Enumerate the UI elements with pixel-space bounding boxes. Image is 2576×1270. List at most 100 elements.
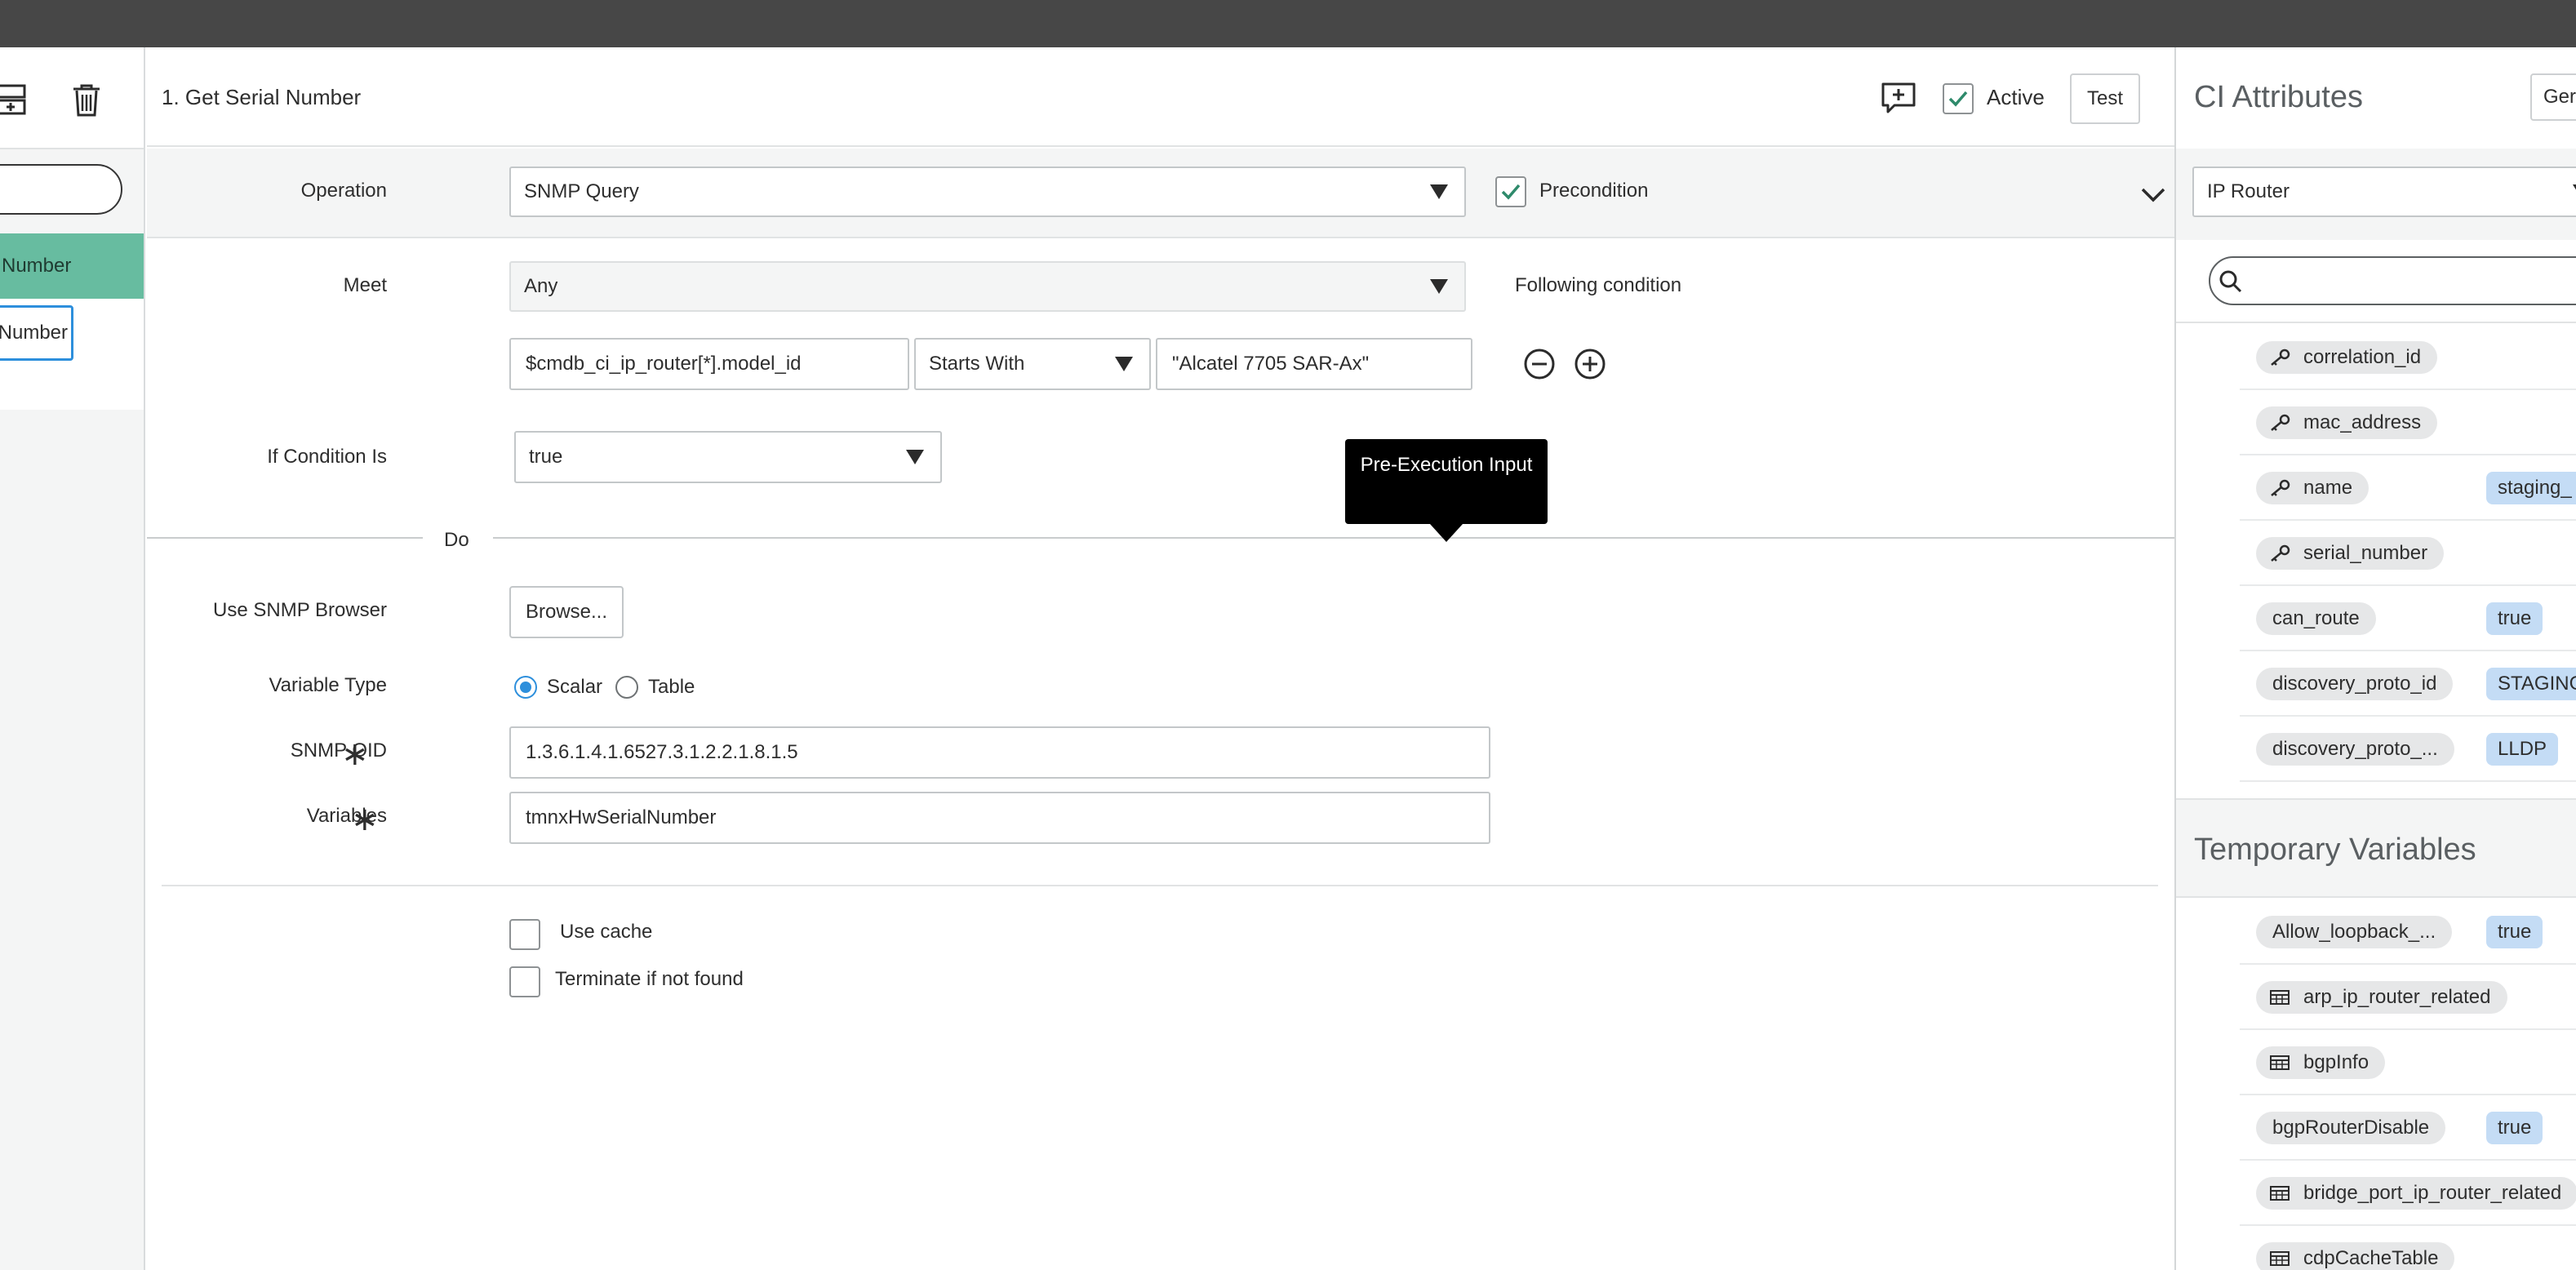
variable-type-label: Variable Type <box>269 674 387 696</box>
variable-name: discovery_proto_id <box>2272 673 2437 695</box>
ci-attribute-item[interactable]: can_route true <box>2240 586 2576 651</box>
variable-name: serial_number <box>2303 542 2428 564</box>
generate-button[interactable]: Ger <box>2530 73 2576 121</box>
if-condition-select[interactable]: true <box>514 431 942 483</box>
variable-name: can_route <box>2272 607 2360 629</box>
steps-panel: Number Number <box>0 47 145 1270</box>
variable-chip[interactable]: bridge_port_ip_router_related <box>2256 1177 2576 1210</box>
ci-attribute-item[interactable]: serial_number <box>2240 521 2576 586</box>
variables-label: Variables <box>306 805 387 827</box>
ci-attribute-item[interactable]: name staging_ <box>2240 455 2576 521</box>
ci-attribute-item[interactable]: discovery_proto_id STAGING <box>2240 651 2576 717</box>
table-icon <box>2270 1251 2290 1266</box>
class-select-row: IP Router <box>2176 149 2576 240</box>
operation-value: SNMP Query <box>524 180 639 202</box>
variables-input[interactable]: tmnxHwSerialNumber <box>509 792 1490 844</box>
temporary-variable-item[interactable]: bgpRouterDisable true <box>2240 1095 2576 1161</box>
value-badge: staging_ <box>2486 472 2576 504</box>
variable-name: name <box>2303 477 2353 499</box>
add-comment-icon[interactable] <box>1881 82 1916 114</box>
ci-attribute-item[interactable]: correlation_id <box>2240 325 2576 390</box>
step-header: 1. Get Serial Number Active Test <box>147 47 2174 147</box>
variable-chip[interactable]: Allow_loopback_... <box>2256 916 2453 948</box>
do-label: Do <box>444 529 469 551</box>
meet-select[interactable]: Any <box>509 261 1466 312</box>
condition-operator-value: Starts With <box>929 353 1025 375</box>
ci-attribute-item[interactable]: discovery_proto_... LLDP <box>2240 717 2576 782</box>
table-icon <box>2270 1055 2290 1070</box>
variable-chip[interactable]: discovery_proto_id <box>2256 668 2454 700</box>
use-cache-label: Use cache <box>560 921 653 943</box>
step-name-input[interactable]: Number <box>0 305 73 361</box>
ci-class-select[interactable]: IP Router <box>2192 167 2576 217</box>
key-icon <box>2271 349 2290 366</box>
if-condition-value: true <box>529 446 563 468</box>
attribute-search-row <box>2176 240 2576 323</box>
steps-search-input[interactable] <box>0 164 122 215</box>
step-item-selected[interactable]: Number <box>0 233 144 299</box>
divider <box>493 537 2174 539</box>
caret-down-icon <box>2573 184 2576 199</box>
ci-class-value: IP Router <box>2207 180 2290 202</box>
chevron-down-icon[interactable] <box>2140 186 2166 204</box>
operation-label: Operation <box>300 180 387 202</box>
condition-value-text: "Alcatel 7705 SAR-Ax" <box>1172 353 1370 375</box>
temporary-variable-item[interactable]: arp_ip_router_related <box>2240 965 2576 1030</box>
browse-button[interactable]: Browse... <box>509 586 624 638</box>
snmp-oid-input[interactable]: 1.3.6.1.4.1.6527.3.1.2.2.1.8.1.5 <box>509 726 1490 779</box>
step-title: 1. Get Serial Number <box>162 85 362 109</box>
snmp-oid-label: SNMP OID <box>290 739 387 762</box>
temporary-variable-item[interactable]: bridge_port_ip_router_related <box>2240 1161 2576 1226</box>
table-radio[interactable] <box>615 676 638 699</box>
temporary-variable-item[interactable]: cdpCacheTable <box>2240 1226 2576 1270</box>
minus-circle-icon[interactable] <box>1523 348 1556 380</box>
precondition-checkbox[interactable] <box>1495 176 1526 207</box>
condition-operator-select[interactable]: Starts With <box>914 338 1151 390</box>
variable-chip[interactable]: can_route <box>2256 602 2376 635</box>
divider <box>162 885 2158 886</box>
variable-chip[interactable]: bgpRouterDisable <box>2256 1112 2446 1144</box>
scalar-radio[interactable] <box>514 676 537 699</box>
condition-value-input[interactable]: "Alcatel 7705 SAR-Ax" <box>1156 338 1472 390</box>
search-icon <box>2219 270 2242 293</box>
ci-attributes-title: CI Attributes <box>2194 80 2363 114</box>
terminate-checkbox[interactable] <box>509 966 540 997</box>
add-step-icon[interactable] <box>0 83 26 116</box>
if-condition-label: If Condition Is <box>267 446 387 468</box>
variable-chip[interactable]: discovery_proto_... <box>2256 733 2454 766</box>
variable-name: arp_ip_router_related <box>2303 986 2491 1008</box>
caret-down-icon <box>906 450 924 464</box>
test-button[interactable]: Test <box>2070 73 2140 124</box>
variable-chip[interactable]: correlation_id <box>2256 341 2438 374</box>
variable-name: mac_address <box>2303 411 2422 433</box>
snmp-browser-label: Use SNMP Browser <box>213 599 387 621</box>
temporary-variable-item[interactable]: Allow_loopback_... true <box>2240 899 2576 965</box>
variable-chip[interactable]: cdpCacheTable <box>2256 1242 2455 1270</box>
variable-chip[interactable]: mac_address <box>2256 406 2438 439</box>
variable-name: bgpInfo <box>2303 1051 2369 1073</box>
variable-chip[interactable]: serial_number <box>2256 537 2445 570</box>
caret-down-icon <box>1430 279 1448 294</box>
variable-chip[interactable]: name <box>2256 472 2369 504</box>
value-badge: LLDP <box>2486 733 2559 766</box>
ci-attribute-item[interactable]: mac_address <box>2240 390 2576 455</box>
table-label: Table <box>648 676 695 698</box>
use-cache-checkbox[interactable] <box>509 919 540 950</box>
operation-select[interactable]: SNMP Query <box>509 167 1466 217</box>
active-checkbox[interactable] <box>1943 83 1974 114</box>
value-badge: STAGING <box>2486 668 2576 700</box>
trash-icon[interactable] <box>72 83 101 118</box>
attribute-search-input[interactable] <box>2209 256 2576 305</box>
condition-field-input[interactable]: $cmdb_ci_ip_router[*].model_id <box>509 338 909 390</box>
terminate-label: Terminate if not found <box>555 968 744 990</box>
variable-name: cdpCacheTable <box>2303 1247 2439 1269</box>
value-badge: true <box>2486 1112 2543 1144</box>
caret-down-icon <box>1115 357 1133 371</box>
plus-circle-icon[interactable] <box>1574 348 1606 380</box>
variable-chip[interactable]: arp_ip_router_related <box>2256 981 2507 1014</box>
variable-chip[interactable]: bgpInfo <box>2256 1046 2386 1079</box>
caret-down-icon <box>1430 184 1448 199</box>
temporary-variable-item[interactable]: bgpInfo <box>2240 1030 2576 1095</box>
key-icon <box>2271 544 2290 562</box>
table-icon <box>2270 990 2290 1005</box>
